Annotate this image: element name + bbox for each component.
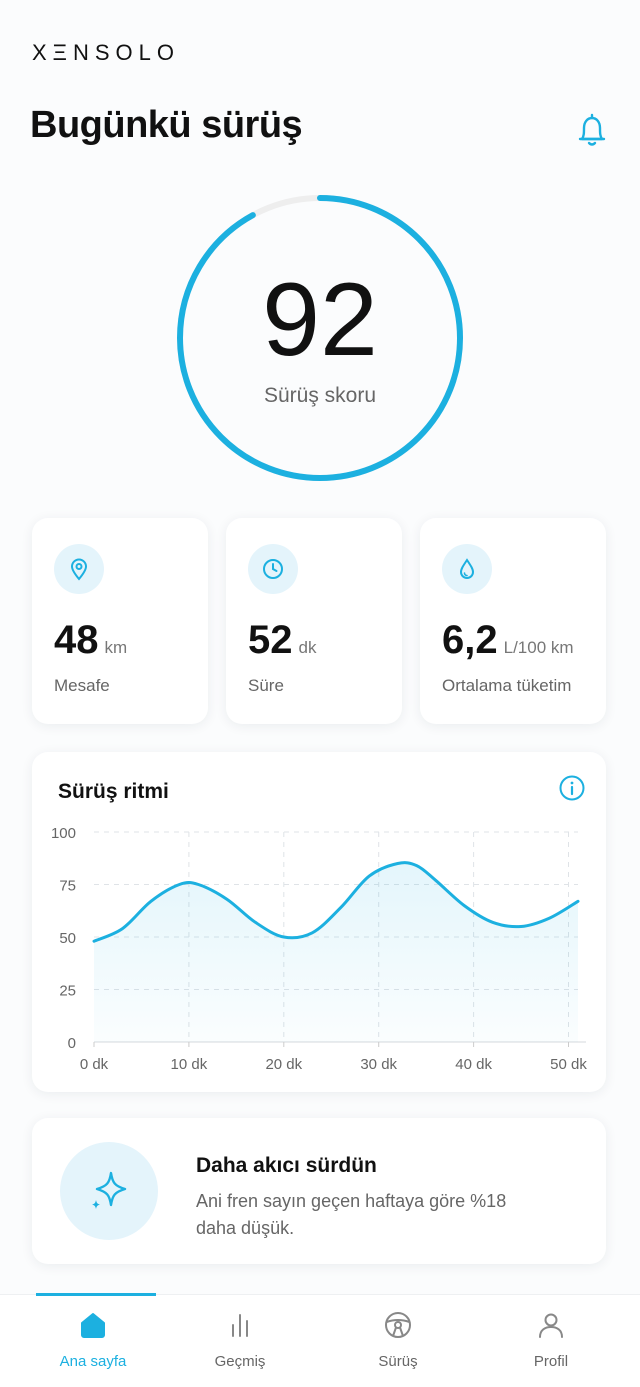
user-icon (539, 1313, 563, 1338)
steering-wheel-icon (385, 1312, 411, 1338)
x-tick-label: 20 dk (265, 1056, 302, 1073)
rhythm-chart-card: 0 25 50 75 100 0 dk 10 dk 20 dk 30 dk 40 dk 50 dk … (32, 752, 606, 1092)
stat-value: 52 (248, 618, 293, 662)
x-tick-label: 40 dk (455, 1056, 492, 1073)
clock-icon (248, 544, 298, 594)
stat-card-duration: 52 dk Süre (226, 518, 402, 724)
drop-icon (442, 544, 492, 594)
x-tick-label: 30 dk (360, 1056, 397, 1073)
tip-card[interactable]: Daha akıcı sürdün Ani fren sayın geçen h… (32, 1118, 606, 1264)
y-tick-label: 0 (68, 1035, 76, 1052)
y-tick-label: 50 (59, 930, 76, 947)
y-tick-label: 25 (59, 983, 76, 1000)
stat-label: Süre (248, 676, 284, 695)
chart-title: Sürüş ritmi (58, 780, 169, 803)
x-tick-label: 0 dk (80, 1056, 109, 1073)
score-value: 92 (262, 262, 378, 378)
sparkle-icon (60, 1142, 158, 1240)
home-icon (81, 1313, 105, 1338)
score-label: Sürüş skoru (263, 384, 377, 407)
x-tick-label: 50 dk (550, 1056, 587, 1073)
nav-item-history[interactable]: Geçmiş (175, 1309, 305, 1370)
y-tick-label: 75 (59, 878, 76, 895)
bell-icon[interactable] (574, 112, 610, 150)
nav-item-profile[interactable]: Profil (486, 1309, 616, 1370)
stat-card-consumption: 6,2 L/100 km Ortalama tüketim (420, 518, 606, 724)
nav-item-home[interactable]: Ana sayfa (28, 1309, 158, 1370)
brand-logo: XΞNSOLO (32, 40, 180, 65)
stat-unit: km (104, 638, 128, 657)
location-pin-icon (54, 544, 104, 594)
stat-unit: L/100 km (503, 638, 574, 657)
stat-label: Ortalama tüketim (442, 676, 572, 695)
stat-label: Mesafe (54, 676, 110, 695)
nav-item-drive[interactable]: Sürüş (333, 1309, 463, 1370)
nav-label: Ana sayfa (59, 1353, 127, 1370)
stat-value: 48 (54, 618, 99, 662)
y-tick-label: 100 (51, 825, 76, 842)
tip-body: Ani fren sayın geçen haftaya göre %18 da… (196, 1191, 507, 1238)
bar-chart-icon (232, 1314, 248, 1337)
nav-label: Profil (533, 1353, 569, 1370)
x-tick-label: 10 dk (171, 1056, 208, 1073)
page-title: Bugünkü sürüş (30, 104, 303, 146)
info-icon[interactable] (558, 774, 586, 802)
nav-active-indicator (36, 1293, 156, 1296)
stat-unit: dk (298, 638, 317, 657)
bottom-navigation: Ana sayfa Geçmiş Sürüş Profil (0, 1293, 640, 1387)
stat-card-distance: 48 km Mesafe (32, 518, 208, 724)
stat-value: 6,2 (442, 618, 498, 662)
nav-label: Geçmiş (214, 1353, 266, 1370)
tip-title: Daha akıcı sürdün (196, 1154, 377, 1177)
nav-label: Sürüş (378, 1353, 418, 1370)
